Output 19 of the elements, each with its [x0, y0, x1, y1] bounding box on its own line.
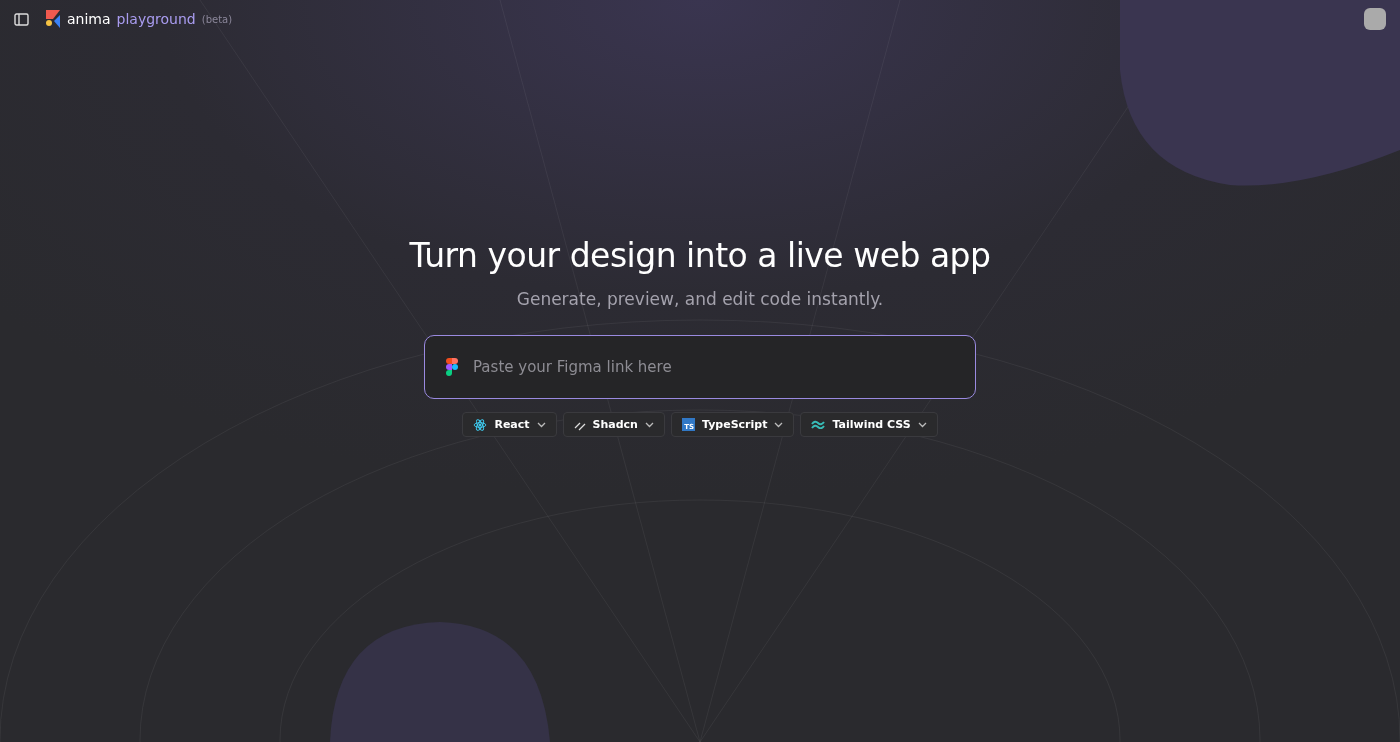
hero-subtitle: Generate, preview, and edit code instantly. [516, 289, 884, 309]
wave-icon [811, 420, 826, 429]
hero-title: Turn your design into a live web app [409, 236, 991, 275]
option-dropdown[interactable]: Shadcn [562, 412, 665, 437]
logo-icon [45, 10, 61, 28]
sidebar-toggle-icon[interactable] [14, 12, 29, 26]
option-dropdown[interactable]: React [462, 412, 557, 437]
atom-icon [473, 417, 488, 432]
product-name: playground [116, 11, 196, 27]
link-input-field[interactable]: Paste your Figma link here [424, 335, 976, 399]
chevron-down-icon [917, 421, 927, 428]
brand-name: anima [67, 11, 111, 27]
avatar[interactable] [1364, 8, 1386, 30]
chevron-down-icon [774, 421, 784, 428]
chevron-down-icon [644, 421, 654, 428]
figma-icon [446, 358, 458, 376]
beta-tag: (beta) [201, 13, 233, 25]
option-dropdown[interactable]: Tailwind CSS [800, 412, 938, 437]
chevron-down-icon [536, 421, 546, 428]
